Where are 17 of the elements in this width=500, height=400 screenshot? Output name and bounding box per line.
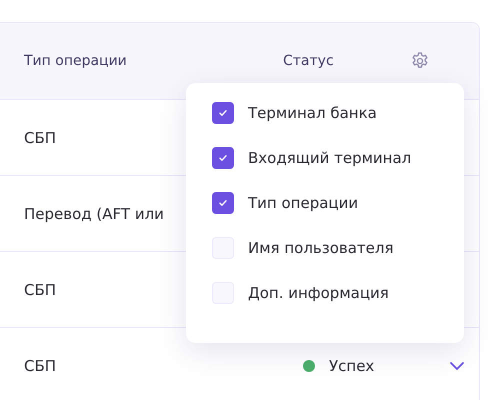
checkbox-label: Терминал банка	[248, 104, 377, 122]
table-cell: Перевод (AFT или	[24, 205, 164, 223]
column-header: Тип операции	[24, 53, 128, 69]
checkbox[interactable]	[212, 102, 234, 124]
settings-icon[interactable]	[410, 51, 430, 71]
checkbox-label: Входящий терминал	[248, 148, 412, 166]
checkbox[interactable]	[212, 192, 234, 214]
column-header: Статус	[283, 53, 335, 69]
checkbox-label: Имя пользователя	[248, 238, 394, 256]
checkbox[interactable]	[212, 146, 234, 168]
status-text: Успех	[329, 356, 374, 374]
table-cell: СБП	[24, 129, 56, 147]
chevron-down-icon[interactable]	[449, 360, 465, 370]
checkbox-label: Доп. информация	[248, 284, 389, 302]
checkbox-label: Тип операции	[248, 194, 358, 212]
table-cell: СБП	[24, 357, 56, 375]
table-cell: СБП	[24, 281, 56, 299]
